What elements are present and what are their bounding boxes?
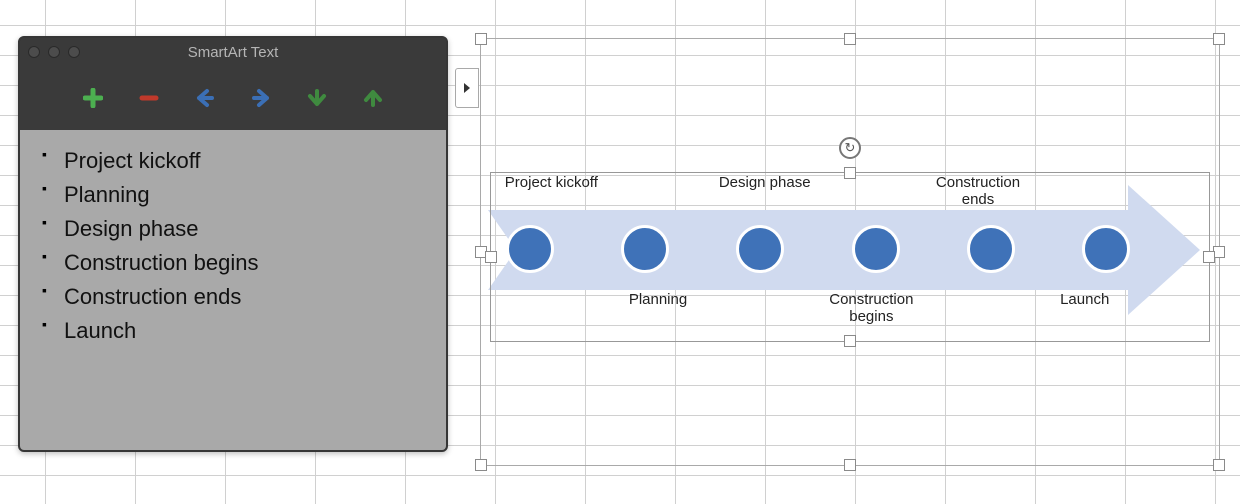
resize-handle[interactable] [844,459,856,471]
panel-text-area[interactable]: Project kickoff Planning Design phase Co… [20,130,446,450]
window-controls[interactable] [28,46,80,58]
resize-handle[interactable] [1203,251,1215,263]
inner-selection-frame[interactable]: ↻ [490,172,1210,342]
plus-icon[interactable] [82,87,104,109]
resize-handle[interactable] [1213,33,1225,45]
bullet-list[interactable]: Project kickoff Planning Design phase Co… [34,144,432,349]
resize-handle[interactable] [475,33,487,45]
panel-title: SmartArt Text [20,44,446,61]
rotate-handle[interactable]: ↻ [839,137,861,159]
arrow-down-icon[interactable] [306,87,328,109]
close-icon[interactable] [28,46,40,58]
minus-icon[interactable] [138,87,160,109]
expand-text-pane-button[interactable] [455,68,479,108]
panel-titlebar[interactable]: SmartArt Text [20,38,446,66]
rotate-icon: ↻ [845,140,856,156]
minimize-icon[interactable] [48,46,60,58]
list-item[interactable]: Project kickoff [34,144,432,178]
list-item[interactable]: Design phase [34,212,432,246]
zoom-icon[interactable] [68,46,80,58]
resize-handle[interactable] [485,251,497,263]
resize-handle[interactable] [844,33,856,45]
arrow-right-icon[interactable] [250,87,272,109]
resize-handle[interactable] [844,335,856,347]
panel-toolbar [20,66,446,130]
list-item[interactable]: Construction begins [34,246,432,280]
list-item[interactable]: Launch [34,314,432,348]
arrow-left-icon[interactable] [194,87,216,109]
arrow-up-icon[interactable] [362,87,384,109]
resize-handle[interactable] [844,167,856,179]
resize-handle[interactable] [475,459,487,471]
smartart-text-panel[interactable]: SmartArt Text Project kickoff Planning D… [18,36,448,452]
expand-caret-icon [462,81,472,95]
list-item[interactable]: Construction ends [34,280,432,314]
resize-handle[interactable] [1213,459,1225,471]
list-item[interactable]: Planning [34,178,432,212]
